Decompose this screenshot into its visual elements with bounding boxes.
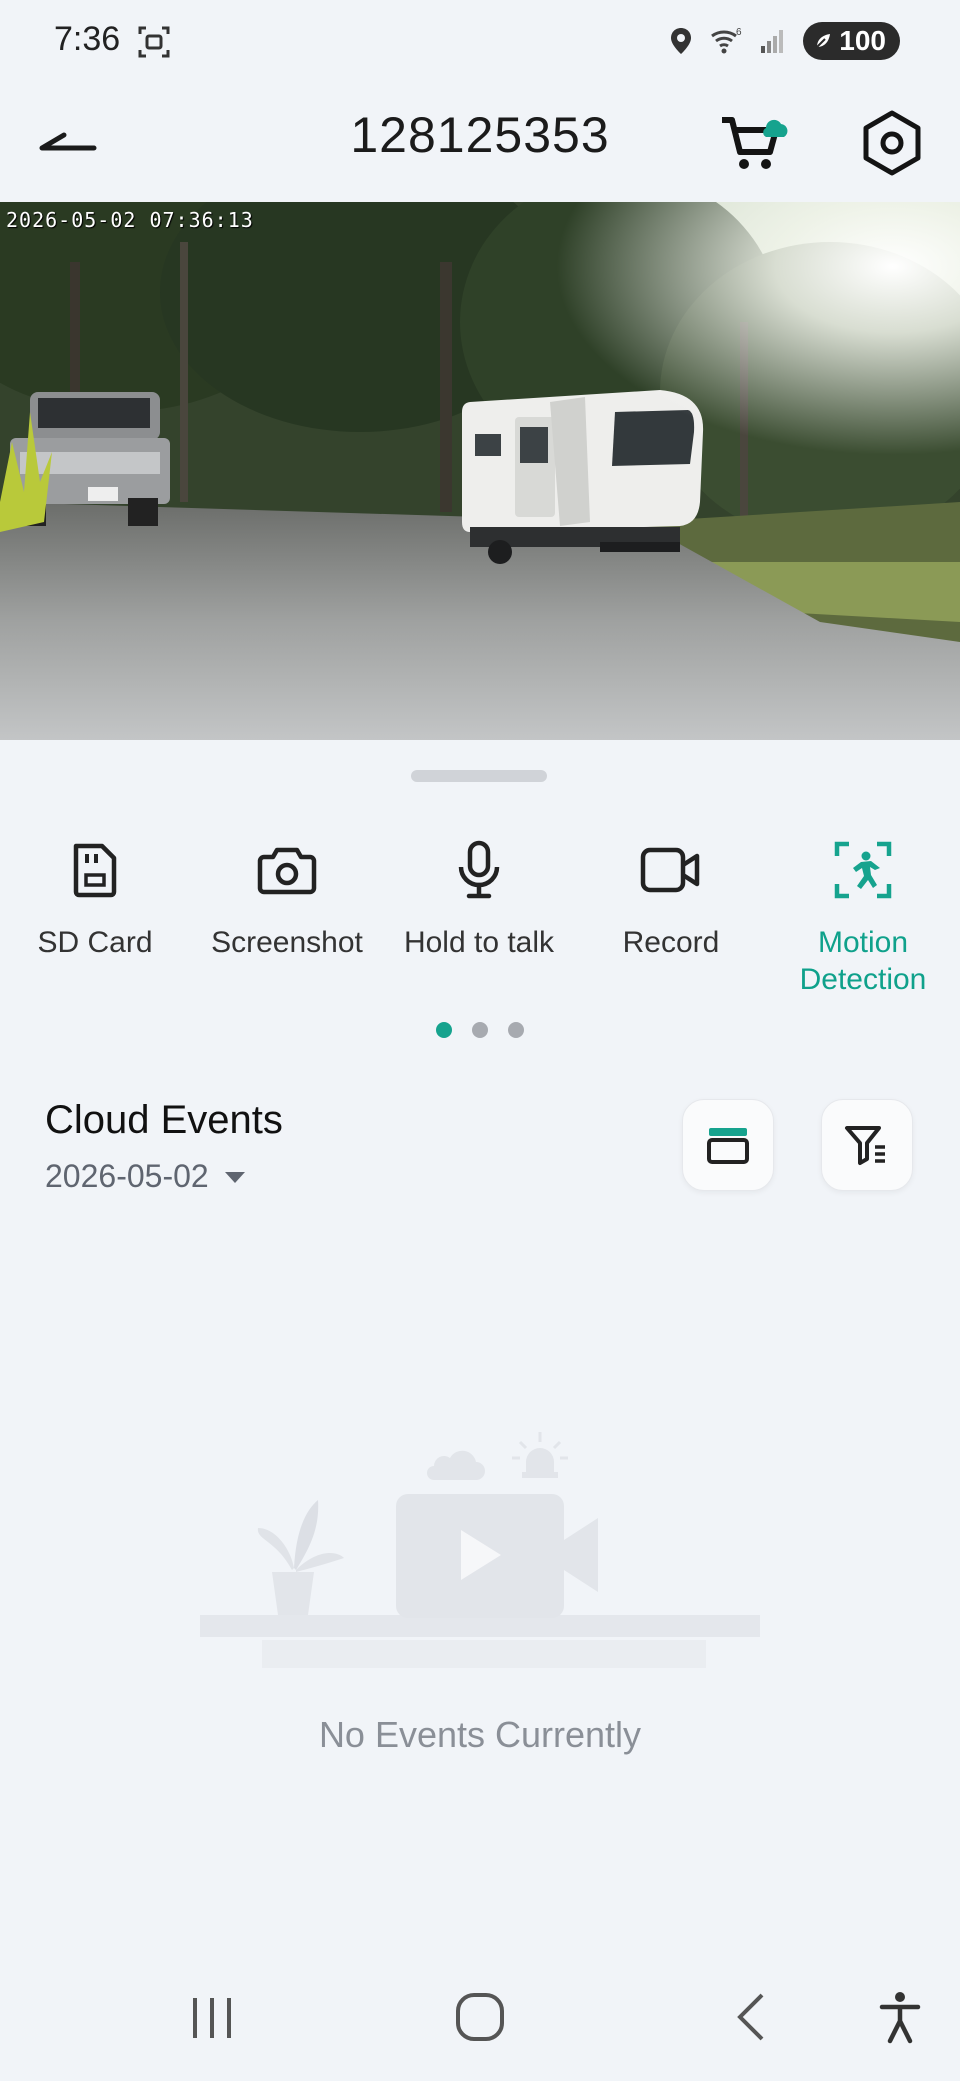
status-icons: 6 100 xyxy=(669,22,900,60)
empty-events-illustration xyxy=(200,1432,760,1668)
home-icon xyxy=(456,1993,504,2041)
app-header: 128125353 xyxy=(0,86,960,202)
record-label: Record xyxy=(622,926,720,959)
recent-apps-icon xyxy=(193,1998,231,2038)
sd-card-button[interactable]: SD Card xyxy=(0,830,190,961)
motion-detection-button[interactable]: Motion Detection xyxy=(768,830,958,998)
battery-saver-icon xyxy=(816,34,831,48)
hold-to-talk-button[interactable]: Hold to talk xyxy=(384,830,574,961)
system-navigation-bar xyxy=(0,1944,960,2081)
screenshot-label: Screenshot xyxy=(211,926,363,959)
accessibility-button[interactable] xyxy=(860,1982,940,2052)
cloud-events-title: Cloud Events xyxy=(45,1098,283,1142)
dropdown-caret-icon xyxy=(224,1171,245,1183)
location-icon xyxy=(671,28,692,54)
back-nav-button[interactable] xyxy=(712,1982,792,2052)
microphone-icon xyxy=(458,840,500,899)
video-camera-icon xyxy=(640,847,700,893)
page-dot-2[interactable] xyxy=(472,1022,488,1038)
record-button[interactable]: Record xyxy=(576,830,766,961)
motion-detection-label: Motion Detection xyxy=(799,926,927,996)
cloud-store-button[interactable] xyxy=(716,102,796,182)
settings-hexagon-icon xyxy=(863,110,921,176)
battery-level: 100 xyxy=(839,25,886,56)
page-dot-1[interactable] xyxy=(436,1022,452,1038)
status-time: 7:36 xyxy=(54,20,121,58)
sd-card-icon xyxy=(73,843,117,898)
hold-to-talk-label: Hold to talk xyxy=(403,926,555,959)
control-toolbar: SD Card Screenshot Hold to talk Record M… xyxy=(0,830,960,1010)
camera-icon xyxy=(257,847,317,895)
camera-scene xyxy=(0,202,960,740)
svg-text:6: 6 xyxy=(736,27,742,38)
motion-detection-icon xyxy=(834,841,892,899)
filter-icon xyxy=(845,1126,885,1165)
live-video-feed[interactable]: 2026-05-02 07:36:13 xyxy=(0,202,960,740)
page-indicator xyxy=(0,1022,960,1038)
video-timestamp: 2026-05-02 07:36:13 xyxy=(6,208,254,232)
date-selector[interactable]: 2026-05-02 xyxy=(45,1158,247,1195)
home-button[interactable] xyxy=(440,1982,520,2052)
screenshot-button[interactable]: Screenshot xyxy=(192,830,382,961)
battery-indicator: 100 xyxy=(803,22,900,60)
filter-button[interactable] xyxy=(821,1099,913,1191)
page-title: 128125353 xyxy=(350,107,610,163)
panel-drag-handle[interactable] xyxy=(411,770,547,782)
status-bar: 7:36 6 100 xyxy=(0,0,960,86)
chevron-left-icon xyxy=(737,1993,764,2041)
settings-button[interactable] xyxy=(852,104,932,184)
wifi-icon: 6 xyxy=(711,27,742,54)
signal-icon xyxy=(761,30,784,53)
screen-capture-icon xyxy=(138,26,170,58)
card-view-icon xyxy=(707,1128,749,1164)
empty-state-message: No Events Currently xyxy=(318,1714,642,1755)
sd-card-label: SD Card xyxy=(37,926,153,959)
view-mode-button[interactable] xyxy=(682,1099,774,1191)
cart-icon xyxy=(722,117,788,169)
selected-date: 2026-05-02 xyxy=(45,1158,209,1194)
recent-apps-button[interactable] xyxy=(172,1982,252,2052)
page-dot-3[interactable] xyxy=(508,1022,524,1038)
accessibility-icon xyxy=(879,1992,921,2044)
